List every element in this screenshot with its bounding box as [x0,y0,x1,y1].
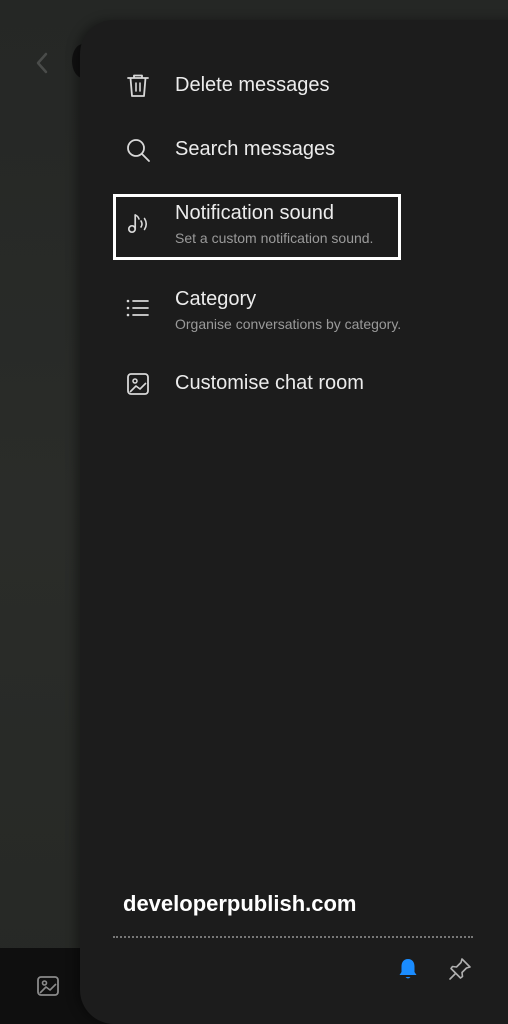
search-icon [124,136,152,164]
menu-item-search-messages[interactable]: Search messages [80,120,508,180]
menu-item-subtitle: Organise conversations by category. [175,316,402,332]
menu-item-title: Delete messages [175,74,330,96]
menu-item-customise-chat-room[interactable]: Customise chat room [80,354,508,414]
menu-item-category[interactable]: Category Organise conversations by categ… [80,278,508,338]
menu-item-title: Search messages [175,138,336,160]
pin-icon[interactable] [447,956,473,982]
options-panel: Delete messages Search messages Notifica… [80,20,508,1024]
menu-item-notification-sound[interactable]: Notification sound Set a custom notifica… [80,192,508,252]
menu-item-title: Category [175,288,257,310]
image-icon[interactable] [36,974,60,998]
menu-item-delete-messages[interactable]: Delete messages [80,56,508,116]
watermark-text: developerpublish.com [123,891,357,916]
menu-item-title: Customise chat room [175,372,364,394]
image-frame-icon [124,370,152,398]
menu-item-subtitle: Set a custom notification sound. [175,230,374,246]
list-icon [124,294,152,322]
menu-item-title: Notification sound [175,202,334,224]
music-note-icon [124,210,152,238]
trash-icon [124,72,152,100]
back-arrow-icon[interactable] [30,48,54,78]
divider [113,936,473,938]
bell-icon[interactable] [395,956,421,982]
